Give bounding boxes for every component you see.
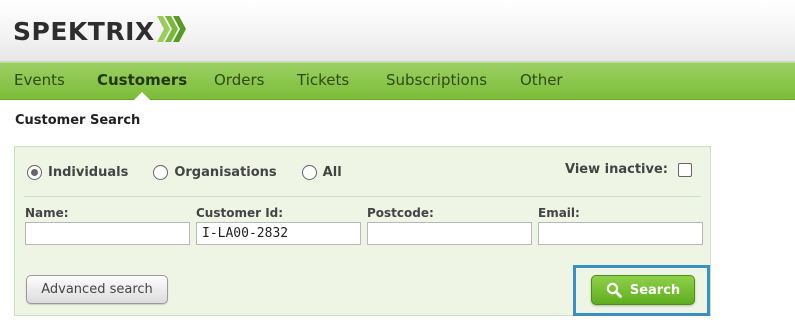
nav-item-customers[interactable]: Customers	[97, 63, 187, 101]
email-input[interactable]	[538, 222, 703, 245]
radio-button[interactable]	[27, 164, 42, 180]
postcode-field-group: Postcode:	[367, 206, 532, 245]
advanced-search-button[interactable]: Advanced search	[26, 275, 168, 304]
app-header: SPEKTRIX	[0, 0, 795, 62]
search-icon	[606, 282, 622, 298]
radio-button[interactable]	[153, 164, 169, 180]
view-inactive-toggle: View inactive:	[565, 162, 692, 177]
name-field-group: Name:	[25, 206, 190, 245]
nav-item-orders[interactable]: Orders	[214, 63, 264, 99]
view-inactive-checkbox[interactable]	[678, 162, 692, 177]
spektrix-logo[interactable]: SPEKTRIX	[13, 14, 187, 48]
customer-id-field-group: Customer Id:	[196, 206, 361, 245]
email-label: Email:	[538, 206, 580, 220]
customer-id-input[interactable]	[196, 222, 361, 245]
name-input[interactable]	[25, 222, 190, 245]
nav-item-subscriptions[interactable]: Subscriptions	[386, 63, 487, 99]
search-button[interactable]: Search	[591, 275, 695, 305]
customer-type-radio-group: Individuals Organisations All	[27, 162, 367, 182]
radio-label: All	[322, 164, 342, 180]
name-label: Name:	[25, 206, 69, 220]
postcode-input[interactable]	[367, 222, 532, 245]
radio-label: Organisations	[174, 164, 277, 180]
chevrons-icon	[156, 16, 187, 46]
email-field-group: Email:	[538, 206, 703, 245]
radio-individuals[interactable]: Individuals	[27, 164, 129, 180]
radio-button[interactable]	[301, 164, 317, 180]
logo-text: SPEKTRIX	[13, 16, 155, 46]
radio-organisations[interactable]: Organisations	[153, 164, 277, 180]
search-button-label: Search	[629, 282, 681, 298]
nav-item-other[interactable]: Other	[520, 63, 563, 99]
view-inactive-label: View inactive:	[565, 162, 668, 177]
main-nav: Events Customers Orders Tickets Subscrip…	[0, 62, 795, 101]
radio-all[interactable]: All	[301, 164, 342, 180]
page-title: Customer Search	[15, 113, 141, 128]
nav-item-tickets[interactable]: Tickets	[297, 63, 349, 99]
postcode-label: Postcode:	[367, 206, 434, 220]
radio-label: Individuals	[48, 164, 129, 180]
nav-item-events[interactable]: Events	[14, 63, 65, 99]
customer-id-label: Customer Id:	[196, 206, 284, 220]
panel-divider	[24, 196, 701, 197]
